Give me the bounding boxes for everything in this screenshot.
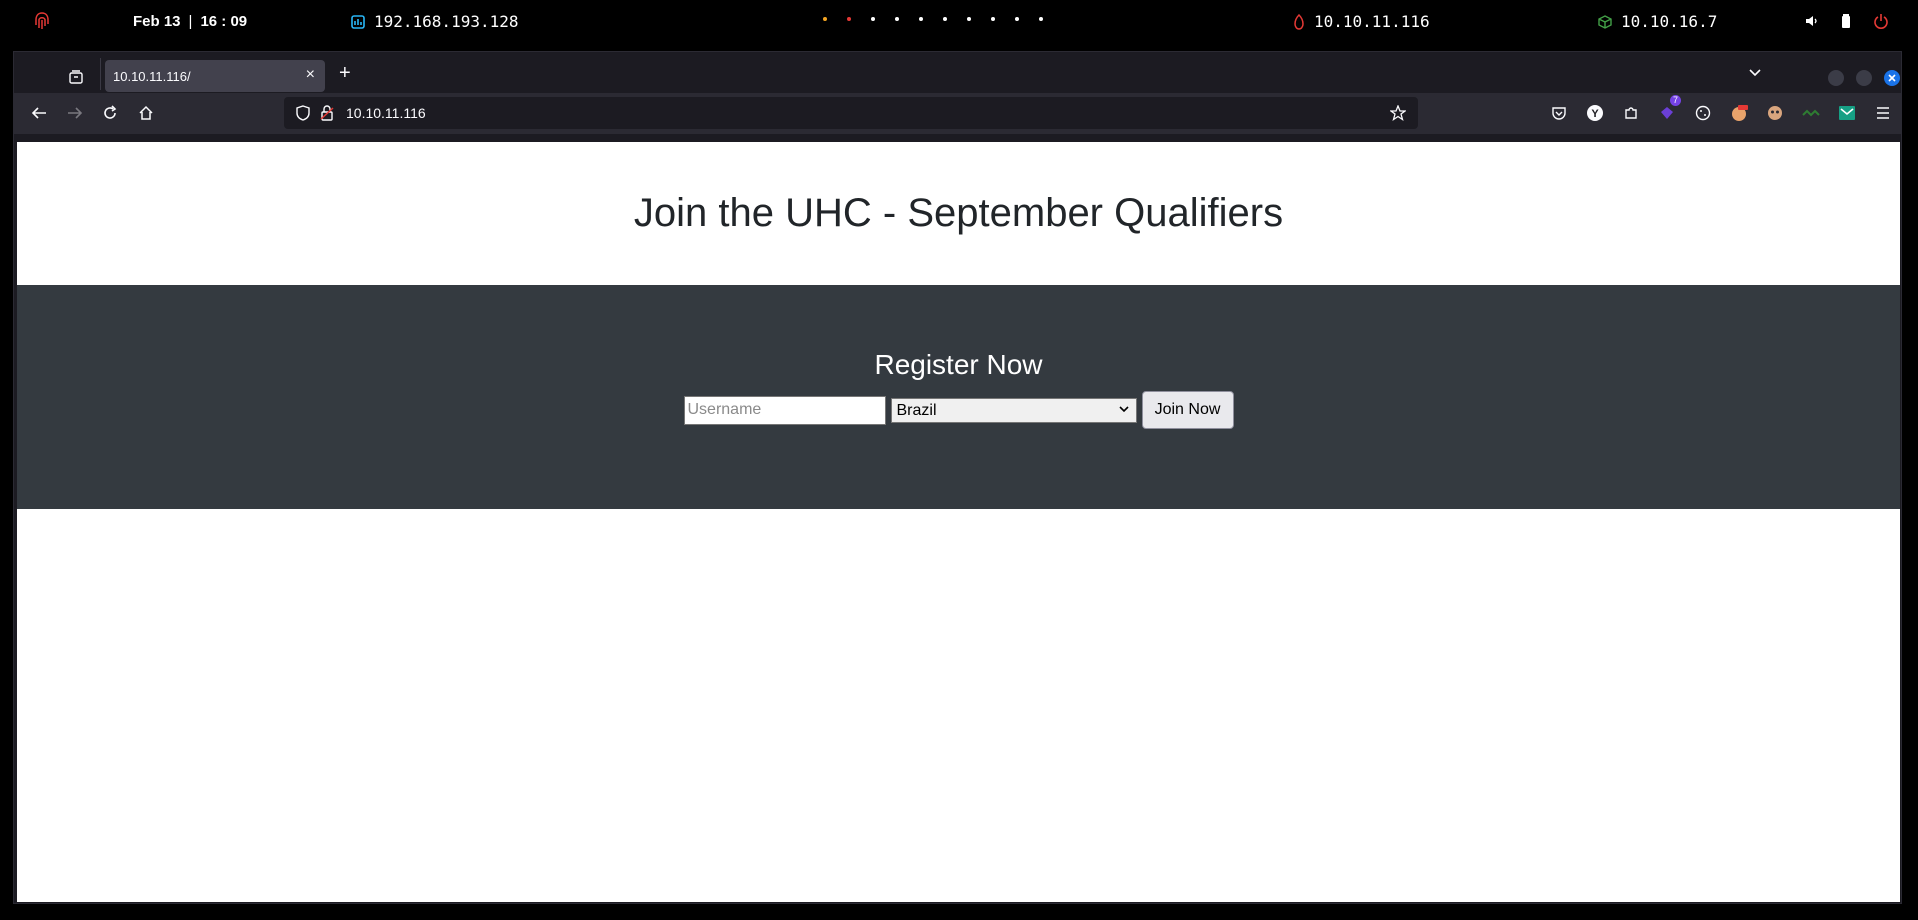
- yoroi-extension-icon[interactable]: Y: [1583, 101, 1607, 125]
- back-arrow-icon[interactable]: [30, 105, 48, 126]
- cookie-icon[interactable]: [1691, 101, 1715, 125]
- extension-badge: 7: [1669, 95, 1681, 106]
- register-form: Brazil Join Now: [17, 391, 1900, 429]
- tab-bar: 10.10.11.116/ × +: [14, 52, 1901, 93]
- face-extension-icon[interactable]: [1763, 101, 1787, 125]
- register-section: Register Now Brazil Join Now: [17, 285, 1900, 509]
- time-text: 16 : 09: [200, 13, 248, 30]
- workspace-dot[interactable]: [1015, 17, 1019, 21]
- forward-arrow-icon[interactable]: [66, 105, 84, 126]
- country-selected-value: Brazil: [896, 401, 937, 419]
- clock: Feb 13 | 16 : 09: [133, 13, 247, 31]
- navigation-toolbar: 10.10.11.116 Y 7: [14, 93, 1901, 134]
- username-input[interactable]: [683, 395, 886, 425]
- firefox-view-icon[interactable]: [68, 69, 84, 90]
- register-heading: Register Now: [874, 349, 1043, 380]
- network-icon: [351, 15, 365, 29]
- hamburger-menu-icon[interactable]: [1871, 101, 1895, 125]
- workspace-indicators[interactable]: [823, 17, 1063, 21]
- window-maximize-button[interactable]: [1856, 70, 1872, 86]
- home-icon[interactable]: [138, 105, 154, 126]
- workspace-dot[interactable]: [895, 17, 899, 21]
- workspace-dot[interactable]: [823, 17, 827, 21]
- system-top-bar: Feb 13 | 16 : 09 192.168.193.128 10.10.1…: [0, 0, 1918, 43]
- vpn-ip-indicator: 10.10.16.7: [1598, 13, 1717, 31]
- tab-title: 10.10.11.116/: [113, 69, 191, 84]
- date-text: Feb 13: [133, 13, 181, 30]
- tab-separator: [100, 58, 101, 90]
- workspace-dot[interactable]: [871, 17, 875, 21]
- vpn-ip-text: 10.10.16.7: [1621, 12, 1718, 31]
- bookmark-star-icon[interactable]: [1389, 104, 1407, 126]
- window-minimize-button[interactable]: [1828, 70, 1844, 86]
- workspace-dot[interactable]: [943, 17, 947, 21]
- window-close-button[interactable]: [1884, 70, 1900, 86]
- tab-close-button[interactable]: ×: [306, 66, 315, 84]
- url-text[interactable]: 10.10.11.116: [346, 105, 426, 121]
- date-separator: |: [188, 13, 193, 30]
- browser-window: 10.10.11.116/ × + 10.10.11.116 Y 7 Join …: [13, 51, 1902, 904]
- workspace-dot[interactable]: [1039, 17, 1043, 21]
- country-select[interactable]: Brazil: [890, 397, 1137, 423]
- purple-extension-icon[interactable]: 7: [1655, 95, 1681, 125]
- local-ip-indicator: 192.168.193.128: [351, 13, 519, 31]
- power-icon[interactable]: [1873, 13, 1889, 29]
- page-title: Join the UHC - September Qualifiers: [633, 191, 1284, 235]
- address-bar[interactable]: 10.10.11.116: [284, 97, 1418, 129]
- web-page: Join the UHC - September Qualifiers Regi…: [17, 142, 1900, 902]
- battery-icon[interactable]: [1841, 13, 1851, 29]
- avatar-extension-icon[interactable]: [1727, 101, 1751, 125]
- shield-icon[interactable]: [296, 105, 310, 126]
- fingerprint-icon[interactable]: [35, 12, 49, 30]
- puzzle-extensions-icon[interactable]: [1619, 101, 1643, 125]
- join-now-button[interactable]: Join Now: [1141, 391, 1234, 429]
- workspace-dot[interactable]: [919, 17, 923, 21]
- extensions-toolbar: Y 7: [1547, 95, 1895, 125]
- chevron-down-icon[interactable]: [1747, 64, 1763, 85]
- active-tab[interactable]: 10.10.11.116/ ×: [105, 60, 325, 92]
- insecure-lock-icon[interactable]: [320, 105, 334, 126]
- pocket-icon[interactable]: [1547, 101, 1571, 125]
- local-ip-text: 192.168.193.128: [374, 12, 519, 31]
- volume-icon[interactable]: [1805, 14, 1819, 28]
- workspace-dot[interactable]: [967, 17, 971, 21]
- chevron-down-icon: [1118, 405, 1129, 412]
- target-icon: [1294, 14, 1304, 30]
- new-tab-button[interactable]: +: [339, 62, 351, 85]
- workspace-dot[interactable]: [991, 17, 995, 21]
- mail-extension-icon[interactable]: [1835, 101, 1859, 125]
- system-tray: [1805, 13, 1889, 29]
- target-ip-text: 10.10.11.116: [1314, 12, 1430, 31]
- svg-text:Y: Y: [1591, 108, 1599, 120]
- workspace-dot[interactable]: [847, 17, 851, 21]
- reload-icon[interactable]: [102, 105, 118, 126]
- page-header: Join the UHC - September Qualifiers: [17, 142, 1900, 285]
- bug-extension-icon[interactable]: [1799, 101, 1823, 125]
- cube-icon: [1598, 15, 1612, 29]
- target-ip-indicator: 10.10.11.116: [1293, 13, 1430, 31]
